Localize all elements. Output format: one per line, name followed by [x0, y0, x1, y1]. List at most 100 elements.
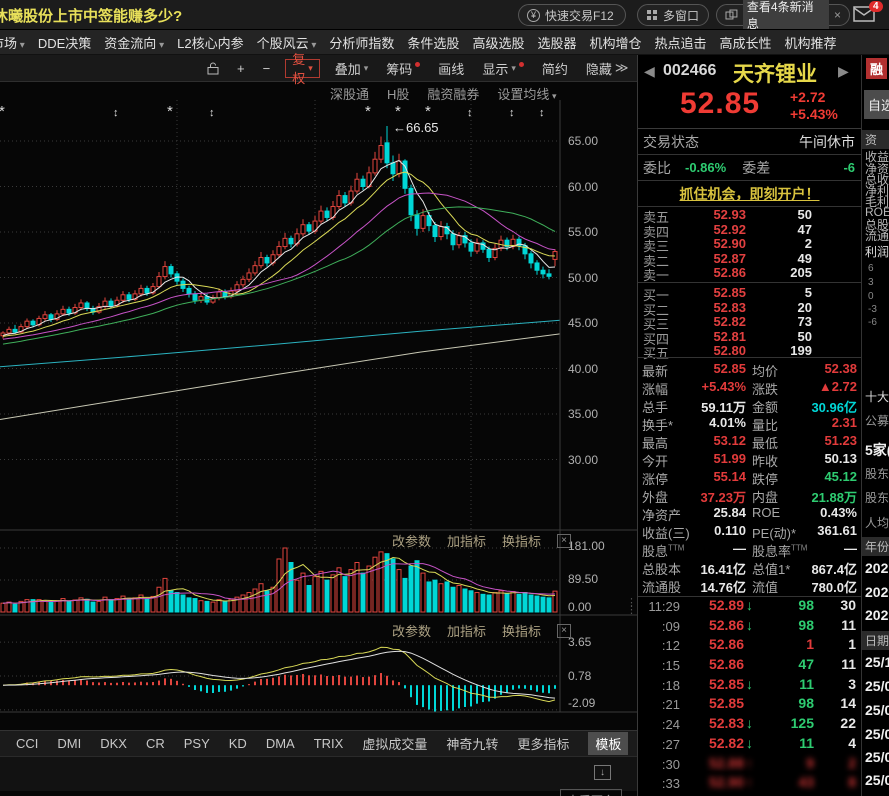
adjust-price-button[interactable]: 复权 ▾	[285, 52, 320, 86]
multi-window-button[interactable]: 多窗口	[637, 4, 709, 26]
zoom-in-button[interactable]: +	[228, 61, 254, 76]
indicator-tab-bar: CCI DMI DKX CR PSY KD DMA TRIX 虚拟成交量 神奇九转 更多指标 模板	[0, 730, 637, 756]
simple-mode-button[interactable]: 简约	[533, 59, 577, 78]
tab-KD[interactable]: KD	[229, 736, 247, 751]
menu-item-5[interactable]: 个股风云 ▾	[257, 33, 317, 52]
tick-list[interactable]: 11:29 52.89 ↓ 98 30:09 52.86 ↓ 98 11:12 52.86 1 1:1…	[638, 596, 861, 794]
bid-row-4[interactable]: 买四 52.81 50	[638, 329, 861, 347]
bid-row-2[interactable]: 买二 52.83 20	[638, 300, 861, 318]
menu-item-4[interactable]: L2核心内参	[177, 33, 243, 52]
indicator-change-param-link[interactable]: 改参数	[392, 621, 431, 640]
ask-row-2[interactable]: 卖四 52.92 47	[638, 222, 861, 240]
lock-button[interactable]	[198, 62, 228, 75]
open-account-link[interactable]: 抓住机会，即刻开户！	[680, 184, 820, 204]
menu-item-1[interactable]: 市场 ▾	[0, 33, 25, 52]
menu-item-12[interactable]: 高成长性	[720, 33, 772, 52]
tab-DMI[interactable]: DMI	[57, 736, 81, 751]
bid-row-1[interactable]: 买一 52.85 5	[638, 285, 861, 303]
draw-line-button[interactable]: 画线	[429, 59, 473, 78]
strip-item-28: 日期	[862, 631, 889, 650]
messages-button[interactable]: 查看4条新消息 ×	[716, 0, 850, 29]
strip-item-25: 2027	[865, 560, 889, 576]
tick-row-3: :12 52.86 1 1	[661, 636, 856, 654]
menu-item-11[interactable]: 热点追击	[654, 33, 706, 52]
menu-item-6[interactable]: 分析师指数	[329, 33, 394, 52]
menu-item-10[interactable]: 机构增仓	[589, 33, 641, 52]
headline-ticker[interactable]: 沐曦股份上市中签能赚多少?	[0, 5, 182, 26]
tab-DKX[interactable]: DKX	[100, 736, 127, 751]
dock-panel-icon[interactable]: ↓	[594, 765, 611, 780]
next-stock-arrow[interactable]: ▶	[838, 63, 849, 81]
menu-item-8[interactable]: 高级选股	[472, 33, 524, 52]
trade-status-row: 交易状态 午间休市	[638, 128, 861, 155]
indicator-axis-label: 3.65	[568, 635, 592, 649]
menu-item-9[interactable]: 选股器	[537, 33, 576, 52]
order-book: 卖五 52.93 50 卖四 52.92 47 卖三 52.90 2 卖二 52.87 49 卖一 52.…	[638, 207, 861, 361]
strip-item-22: 股东	[865, 491, 889, 505]
tab-虚拟成交量[interactable]: 虚拟成交量	[362, 734, 427, 753]
strip-item-2[interactable]: 自选	[864, 90, 889, 119]
menu-item-13[interactable]: 机构推荐	[785, 33, 837, 52]
strip-item-13: 6	[868, 263, 874, 274]
indicator-close-button[interactable]: ×	[557, 623, 572, 638]
quick-trade-button[interactable]: ¥ 快速交易F12	[518, 4, 626, 26]
ask-row-3[interactable]: 卖三 52.90 2	[638, 236, 861, 254]
mail-button[interactable]: 4	[853, 1, 883, 26]
menu-item-3[interactable]: 资金流向 ▾	[104, 33, 164, 52]
volume-add-indicator-link[interactable]: 加指标	[447, 531, 486, 550]
volume-axis-label: 181.00	[568, 539, 605, 553]
view-more-button[interactable]: 查看更多	[560, 789, 623, 796]
strip-item-14: 3	[868, 277, 874, 288]
tab-神奇九转[interactable]: 神奇九转	[446, 734, 498, 753]
svg-text:*: *	[167, 103, 173, 120]
volume-change-param-link[interactable]: 改参数	[392, 531, 431, 550]
indicator-switch-indicator-link[interactable]: 换指标	[502, 621, 541, 640]
ask-row-4[interactable]: 卖二 52.87 49	[638, 251, 861, 269]
ask-row-5[interactable]: 卖一 52.86 205	[638, 265, 861, 283]
prev-stock-arrow[interactable]: ◀	[644, 63, 655, 81]
tick-row-10: :33 52.90 ↑ 43 8	[661, 774, 856, 792]
splitter-handle[interactable]: ⋮ ⋮	[626, 598, 637, 616]
zoom-out-button[interactable]: −	[254, 61, 280, 76]
hide-button[interactable]: 隐藏 ≫	[577, 59, 638, 78]
tick-row-1: 11:29 52.89 ↓ 98 30	[648, 597, 856, 614]
overlay-button[interactable]: 叠加 ▾	[326, 59, 378, 78]
bid-row-5[interactable]: 买五 52.80 199	[638, 343, 861, 361]
tab-CCI[interactable]: CCI	[16, 736, 38, 751]
weibi-row: 委比 -0.86% 委差 -6	[638, 155, 861, 181]
display-button[interactable]: 显示 ▾	[473, 59, 533, 78]
tab-TRIX[interactable]: TRIX	[314, 736, 344, 751]
strip-item-1[interactable]: 融	[866, 58, 888, 79]
volume-switch-indicator-link[interactable]: 换指标	[502, 531, 541, 550]
strip-item-3: 资	[862, 130, 889, 149]
strip-item-11: 流通股	[865, 229, 889, 243]
stat-row-4: 换手* 4.01% 量比 2.31	[642, 415, 857, 433]
stat-row-2: 涨幅 +5.43% 涨跌 ▲2.72	[642, 379, 857, 397]
volume-close-button[interactable]: ×	[557, 533, 572, 548]
tab-更多指标[interactable]: 更多指标	[517, 734, 569, 753]
indicator-add-indicator-link[interactable]: 加指标	[447, 621, 486, 640]
chip-distribution-button[interactable]: 筹码	[377, 59, 429, 78]
weibi-value: -0.86%	[685, 160, 727, 175]
bid-row-3[interactable]: 买三 52.82 73	[638, 314, 861, 332]
yen-icon: ¥	[527, 8, 540, 22]
stats-grid: 最新 52.85 均价 52.38 涨幅 +5.43% 涨跌 ▲2.72 总手 59.11万 金额 3…	[638, 357, 861, 595]
tab-模板[interactable]: 模板	[588, 732, 629, 755]
tab-DMA[interactable]: DMA	[266, 736, 295, 751]
strip-item-24: 年份	[862, 537, 889, 556]
tick-row-2: :09 52.86 ↓ 98 11	[661, 616, 856, 634]
tab-CR[interactable]: CR	[146, 736, 165, 751]
svg-text:*: *	[365, 103, 371, 120]
menu-item-7[interactable]: 条件选股	[407, 33, 459, 52]
svg-text:↕: ↕	[509, 107, 515, 119]
price-axis-label: 35.00	[568, 407, 599, 421]
price-change: +2.72 +5.43%	[790, 89, 838, 122]
svg-text:↕: ↕	[467, 107, 473, 119]
menu-item-2[interactable]: DDE决策	[38, 33, 91, 52]
ask-row-1[interactable]: 卖五 52.93 50	[638, 207, 861, 225]
indicator-axis-label: 0.78	[568, 669, 592, 683]
strip-item-34: 25/03	[865, 772, 889, 788]
tab-PSY[interactable]: PSY	[184, 736, 210, 751]
close-icon[interactable]: ×	[834, 8, 841, 22]
svg-text:←66.65: ←66.65	[393, 120, 439, 135]
